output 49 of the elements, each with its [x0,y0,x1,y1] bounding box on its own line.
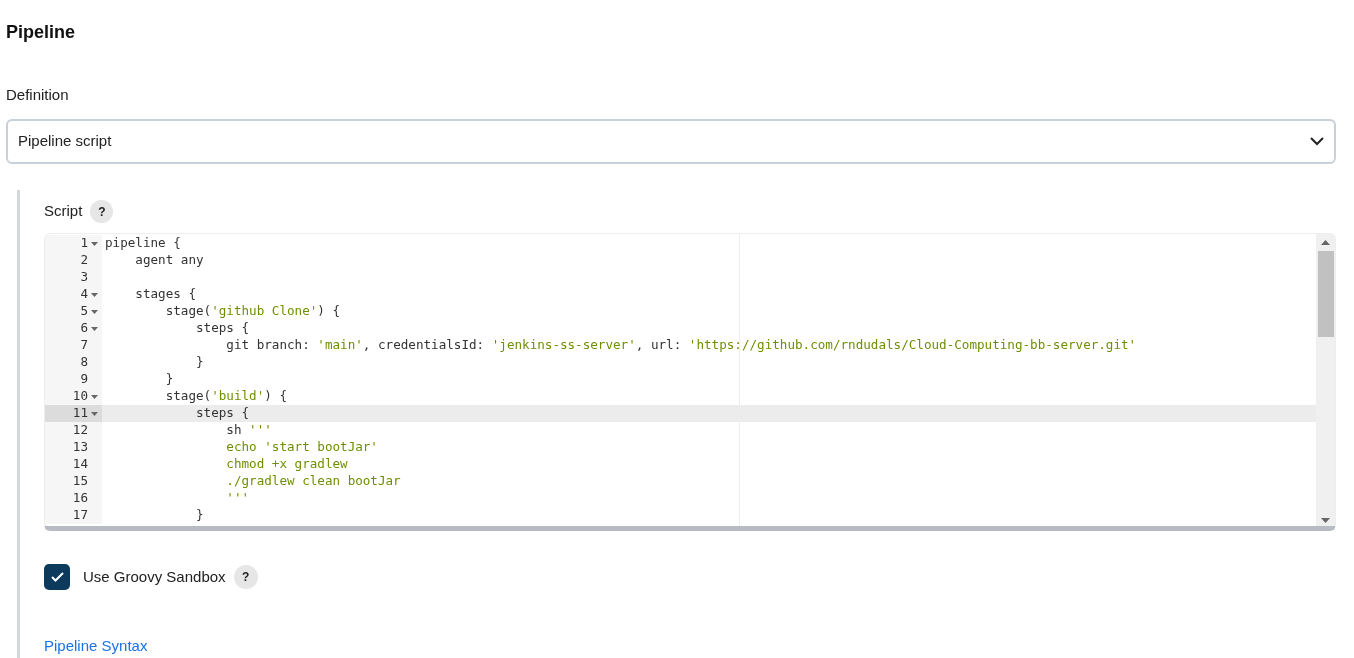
code-line: echo 'start bootJar' [225,438,378,457]
line-number: 12 [72,421,88,440]
scrollbar-thumb[interactable] [1317,251,1334,337]
definition-dropdown[interactable]: Pipeline script [6,119,1336,164]
help-button[interactable]: ? [90,200,114,223]
section-title: Pipeline [6,22,76,42]
line-number: 9 [80,370,88,389]
line-number: 7 [80,336,88,355]
code-line: chmod +x gradlew [225,455,348,474]
code-line: steps { [195,319,250,338]
code-line: git branch: 'main', credentialsId: 'jenkins-ss-server', url: 'https://github.com/rndudals/Cloud-Computing-bb-server.git' [225,336,1137,355]
pipeline-syntax-link[interactable]: Pipeline Syntax [44,637,148,654]
line-number: 8 [80,353,88,372]
scroll-down-icon [1321,518,1330,523]
scroll-up-icon [1321,240,1330,245]
help-button[interactable]: ? [233,565,258,589]
line-number: 17 [72,506,88,525]
scrollbar[interactable] [1316,234,1335,526]
line-number: 13 [72,438,88,457]
checkmark-icon [50,572,64,582]
line-number: 15 [72,472,88,491]
line-number: 3 [80,268,88,287]
line-number: 10 [72,387,88,406]
line-number: 4 [80,285,88,304]
code-line: } [164,370,174,389]
code-line: stages { [134,285,196,304]
line-number: 14 [72,455,88,474]
code-line: stage('github Clone') { [164,302,341,321]
code-line: sh ''' [225,421,272,440]
code-line: } [195,353,204,372]
code-line: steps { [195,404,250,423]
code-line: stage('build') { [164,387,287,406]
code-line: ./gradlew clean bootJar [225,472,401,491]
code-line: } [195,506,204,525]
field-label: Script [44,201,83,222]
code-editor[interactable] [44,233,1336,531]
chevron-down-icon [1310,137,1324,146]
code-line: pipeline { [104,234,181,253]
line-number: 6 [80,319,88,338]
checkbox-label: Use Groovy Sandbox [83,566,226,587]
line-number: 1 [80,234,88,253]
code-line: ''' [225,489,250,508]
line-number: 11 [72,404,88,423]
field-label: Definition [6,86,69,103]
checkbox[interactable] [44,564,70,590]
line-number: 16 [72,489,88,508]
code-line: agent any [134,251,204,270]
line-number: 5 [80,302,88,321]
line-number: 2 [80,251,88,270]
